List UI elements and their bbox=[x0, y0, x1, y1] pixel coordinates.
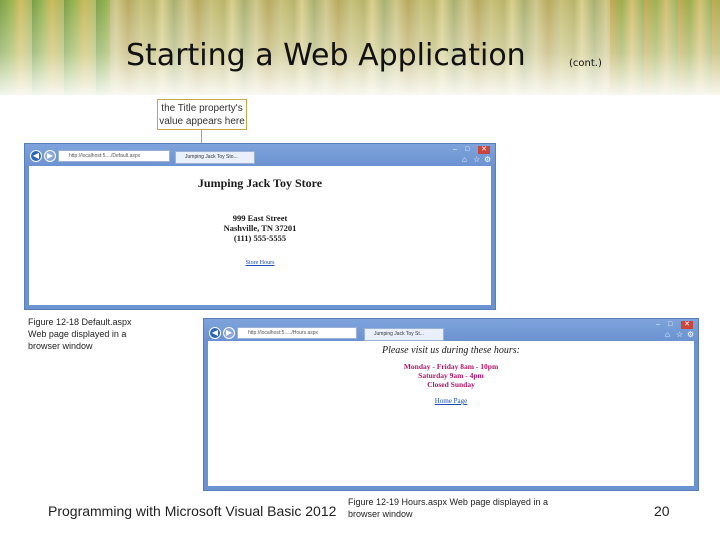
maximize-button[interactable]: □ bbox=[465, 146, 469, 154]
home-page-link[interactable]: Home Page bbox=[208, 397, 694, 405]
caption-line-1: Figure 12-18 Default.aspx bbox=[28, 317, 132, 327]
gear-icon[interactable]: ⚙ bbox=[687, 330, 694, 339]
address-bar[interactable]: http://localhost:5..../Default.aspx bbox=[58, 150, 170, 162]
caption-line-2: Web page displayed in a bbox=[28, 329, 127, 339]
hours-line-2: Saturday 9am - 4pm bbox=[418, 371, 484, 380]
back-button[interactable]: ◀ bbox=[209, 327, 221, 339]
maximize-button[interactable]: □ bbox=[668, 321, 672, 329]
address-line-3: (111) 555-5555 bbox=[233, 233, 287, 243]
search-icon[interactable]: ⌕ bbox=[147, 151, 151, 161]
figure-12-19-caption: Figure 12-19 Hours.aspx Web page display… bbox=[348, 496, 548, 520]
favorites-icon[interactable]: ☆ bbox=[676, 330, 683, 339]
browser-chrome: ◀ ▶ http://localhost:5...../Hours.aspx ⌕… bbox=[204, 319, 698, 341]
home-icon[interactable]: ⌂ bbox=[665, 330, 670, 339]
search-icon[interactable]: ⌕ bbox=[336, 328, 340, 338]
address-line-1: 999 East Street bbox=[232, 213, 288, 223]
slide-title: Starting a Web Application bbox=[126, 38, 526, 73]
title-property-callout: the Title property's value appears here bbox=[157, 99, 247, 130]
browser-tab[interactable]: Jumping Jack Toy Sto... bbox=[175, 151, 255, 164]
caption-line-1: Figure 12-19 Hours.aspx Web page display… bbox=[348, 497, 548, 507]
browser-window-default: ◀ ▶ http://localhost:5..../Default.aspx … bbox=[24, 143, 496, 310]
caption-line-2: browser window bbox=[348, 509, 413, 519]
back-button[interactable]: ◀ bbox=[30, 150, 42, 162]
refresh-icon[interactable]: ↻ bbox=[161, 151, 168, 160]
browser-window-hours: ◀ ▶ http://localhost:5...../Hours.aspx ⌕… bbox=[203, 318, 699, 491]
web-page-content: Jumping Jack Toy Store 999 East Street N… bbox=[29, 166, 491, 305]
browser-tab[interactable]: Jumping Jack Toy St... bbox=[364, 328, 444, 341]
store-heading: Jumping Jack Toy Store bbox=[197, 176, 323, 190]
browser-chrome: ◀ ▶ http://localhost:5..../Default.aspx … bbox=[25, 144, 495, 166]
favorites-icon[interactable]: ☆ bbox=[473, 155, 480, 164]
slide-footer: Programming with Microsoft Visual Basic … bbox=[48, 503, 337, 519]
slide-title-suffix: (cont.) bbox=[569, 58, 602, 69]
figure-12-18-caption: Figure 12-18 Default.aspx Web page displ… bbox=[28, 316, 132, 352]
close-button[interactable]: ✕ bbox=[681, 321, 693, 329]
minimize-button[interactable]: – bbox=[453, 146, 457, 154]
forward-button[interactable]: ▶ bbox=[44, 150, 56, 162]
refresh-icon[interactable]: ↻ bbox=[350, 328, 357, 337]
hours-line-1: Monday - Friday 8am - 10pm bbox=[403, 362, 499, 371]
address-line-2: Nashville, TN 37201 bbox=[223, 223, 297, 233]
store-address: 999 East Street Nashville, TN 37201 (111… bbox=[29, 213, 491, 243]
web-page-content: Please visit us during these hours: Mond… bbox=[208, 341, 694, 486]
home-icon[interactable]: ⌂ bbox=[462, 155, 467, 164]
callout-line-2: value appears here bbox=[159, 116, 245, 127]
store-hours-link[interactable]: Store Hours bbox=[29, 260, 491, 266]
hours-line-3: Closed Sunday bbox=[427, 380, 475, 389]
callout-line-1: the Title property's bbox=[161, 103, 243, 114]
minimize-button[interactable]: – bbox=[656, 321, 660, 329]
close-button[interactable]: ✕ bbox=[478, 146, 490, 154]
hours-heading: Please visit us during these hours: bbox=[381, 345, 521, 356]
gear-icon[interactable]: ⚙ bbox=[484, 155, 491, 164]
page-number: 20 bbox=[654, 503, 670, 519]
caption-line-3: browser window bbox=[28, 341, 93, 351]
store-hours-list: Monday - Friday 8am - 10pm Saturday 9am … bbox=[208, 362, 694, 389]
forward-button[interactable]: ▶ bbox=[223, 327, 235, 339]
